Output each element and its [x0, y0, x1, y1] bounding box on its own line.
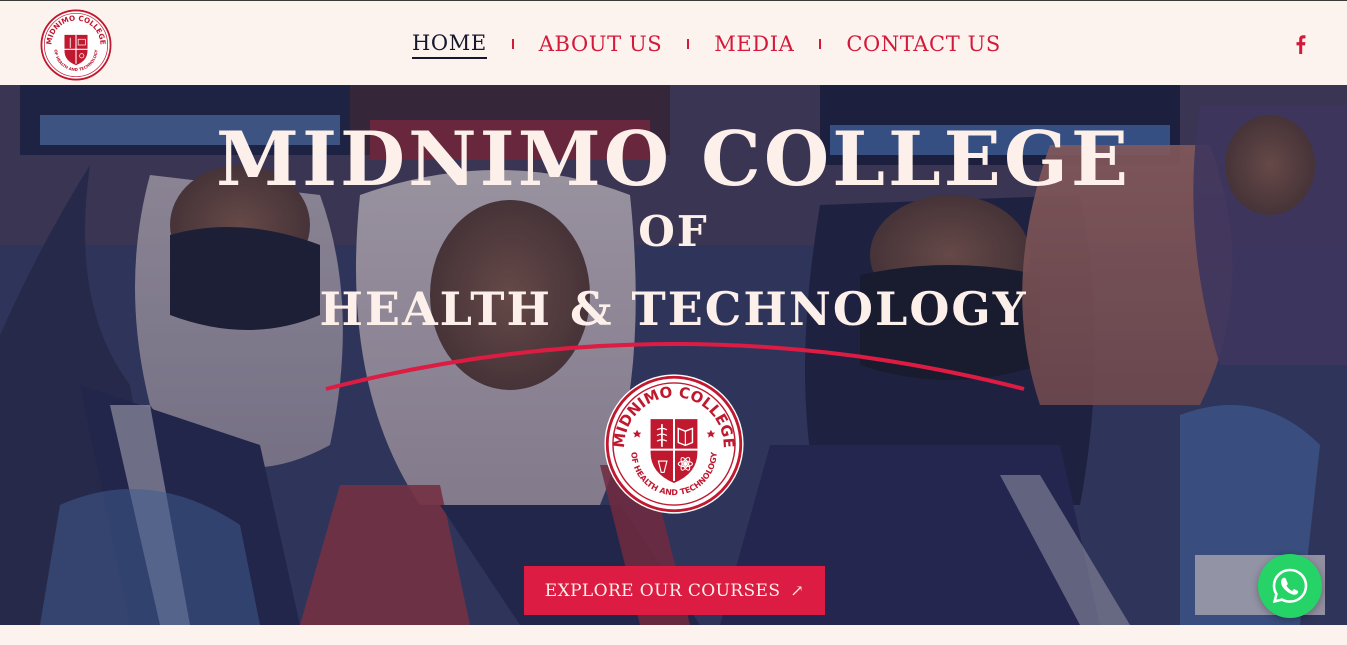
whatsapp-chat-button[interactable]: [1258, 554, 1322, 618]
nav-separator: [687, 39, 690, 49]
nav-contact-us[interactable]: CONTACT US: [846, 31, 1001, 57]
hero-title-of: OF: [638, 207, 709, 256]
hero-subtitle: HEALTH & TECHNOLOGY: [319, 282, 1028, 336]
college-logo[interactable]: MIDNIMO COLLEGE OF HEALTH AND TECHNOLOGY: [40, 9, 112, 81]
nav-separator: [511, 39, 514, 49]
hero-section: MIDNIMO COLLEGE OF HEALTH & TECHNOLOGY M…: [0, 85, 1347, 625]
site-header: MIDNIMO COLLEGE OF HEALTH AND TECHNOLOGY…: [0, 0, 1347, 85]
nav-media[interactable]: MEDIA: [714, 31, 794, 57]
next-section-edge: [0, 625, 1347, 645]
nav-about-us[interactable]: ABOUT US: [539, 31, 662, 57]
whatsapp-icon: [1272, 568, 1308, 604]
facebook-icon[interactable]: [1290, 33, 1310, 55]
arrow-up-right-icon: ↗: [790, 581, 805, 600]
explore-courses-button[interactable]: EXPLORE OUR COURSES ↗: [524, 566, 825, 615]
hero-title: MIDNIMO COLLEGE: [215, 115, 1132, 203]
main-nav: HOME ABOUT US MEDIA CONTACT US: [412, 30, 1001, 59]
explore-courses-label: EXPLORE OUR COURSES: [544, 580, 781, 601]
college-crest-logo: MIDNIMO COLLEGE OF HEALTH AND TECHNOLOGY: [604, 374, 744, 514]
nav-home[interactable]: HOME: [412, 30, 487, 59]
nav-separator: [819, 39, 822, 49]
